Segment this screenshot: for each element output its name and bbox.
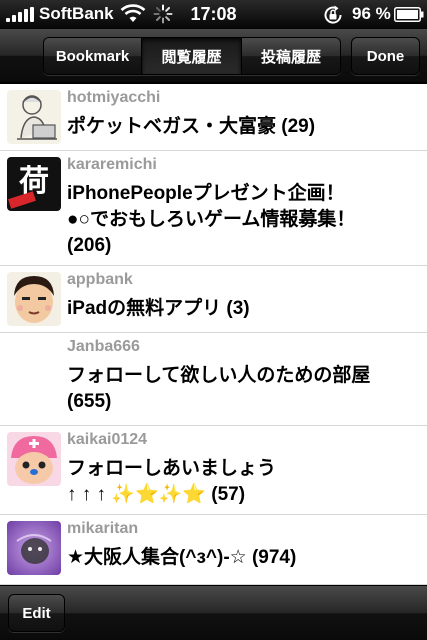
list-item[interactable]: Janba666 フォローして欲しい人のための部屋 (655) bbox=[0, 333, 427, 426]
list-item[interactable]: hotmiyacchi ポケットベガス・大富豪 (29) bbox=[0, 84, 427, 151]
username: appbank bbox=[67, 271, 133, 288]
segment-bookmark[interactable]: Bookmark bbox=[44, 38, 142, 74]
room-title: iPadの無料アプリ (3) bbox=[67, 298, 250, 319]
list-item[interactable]: appbank iPadの無料アプリ (3) bbox=[0, 266, 427, 333]
bottom-toolbar: Edit bbox=[0, 585, 427, 640]
avatar bbox=[7, 432, 61, 486]
username: kararemichi bbox=[67, 156, 157, 173]
username: hotmiyacchi bbox=[67, 89, 161, 106]
room-title: ★大阪人集合(^з^)-☆ (974) bbox=[67, 547, 297, 568]
battery-percent: 96 % bbox=[352, 4, 391, 23]
avatar bbox=[7, 272, 61, 326]
segment-post-history[interactable]: 投稿履歴 bbox=[242, 38, 340, 74]
history-segmented-control: Bookmark 閲覧履歴 投稿履歴 bbox=[43, 37, 341, 75]
room-title: フォローしあいましょう ↑ ↑ ↑ ✨⭐✨⭐ (57) bbox=[67, 458, 277, 505]
status-bar: SoftBank 17:08 96 % bbox=[0, 0, 427, 29]
rotation-lock-icon bbox=[324, 5, 342, 24]
list-item[interactable]: kaikai0124 フォローしあいましょう ↑ ↑ ↑ ✨⭐✨⭐ (57) bbox=[0, 426, 427, 515]
done-button[interactable]: Done bbox=[351, 37, 420, 75]
avatar bbox=[7, 521, 61, 575]
nav-bar: Bookmark 閲覧履歴 投稿履歴 Done bbox=[0, 29, 427, 83]
avatar: 荷 bbox=[7, 157, 61, 211]
edit-button[interactable]: Edit bbox=[8, 594, 65, 632]
room-title: ポケットベガス・大富豪 (29) bbox=[67, 116, 316, 137]
username: mikaritan bbox=[67, 520, 139, 537]
username: Janba666 bbox=[67, 338, 140, 355]
battery-icon bbox=[394, 7, 424, 22]
list-item[interactable]: 荷 kararemichi iPhonePeopleプレゼント企画！ ●○でおも… bbox=[0, 151, 427, 266]
room-title: iPhonePeopleプレゼント企画！ ●○でおもしろいゲーム情報募集！ (2… bbox=[67, 183, 356, 256]
username: kaikai0124 bbox=[67, 431, 148, 448]
room-title: フォローして欲しい人のための部屋 (655) bbox=[67, 365, 371, 412]
list-item[interactable]: mikaritan ★大阪人集合(^з^)-☆ (974) bbox=[0, 515, 427, 585]
segment-browsing-history[interactable]: 閲覧履歴 bbox=[142, 38, 242, 74]
avatar bbox=[7, 90, 61, 144]
history-list: hotmiyacchi ポケットベガス・大富豪 (29) 荷 kararemic… bbox=[0, 84, 427, 585]
svg-text:荷: 荷 bbox=[19, 164, 49, 199]
